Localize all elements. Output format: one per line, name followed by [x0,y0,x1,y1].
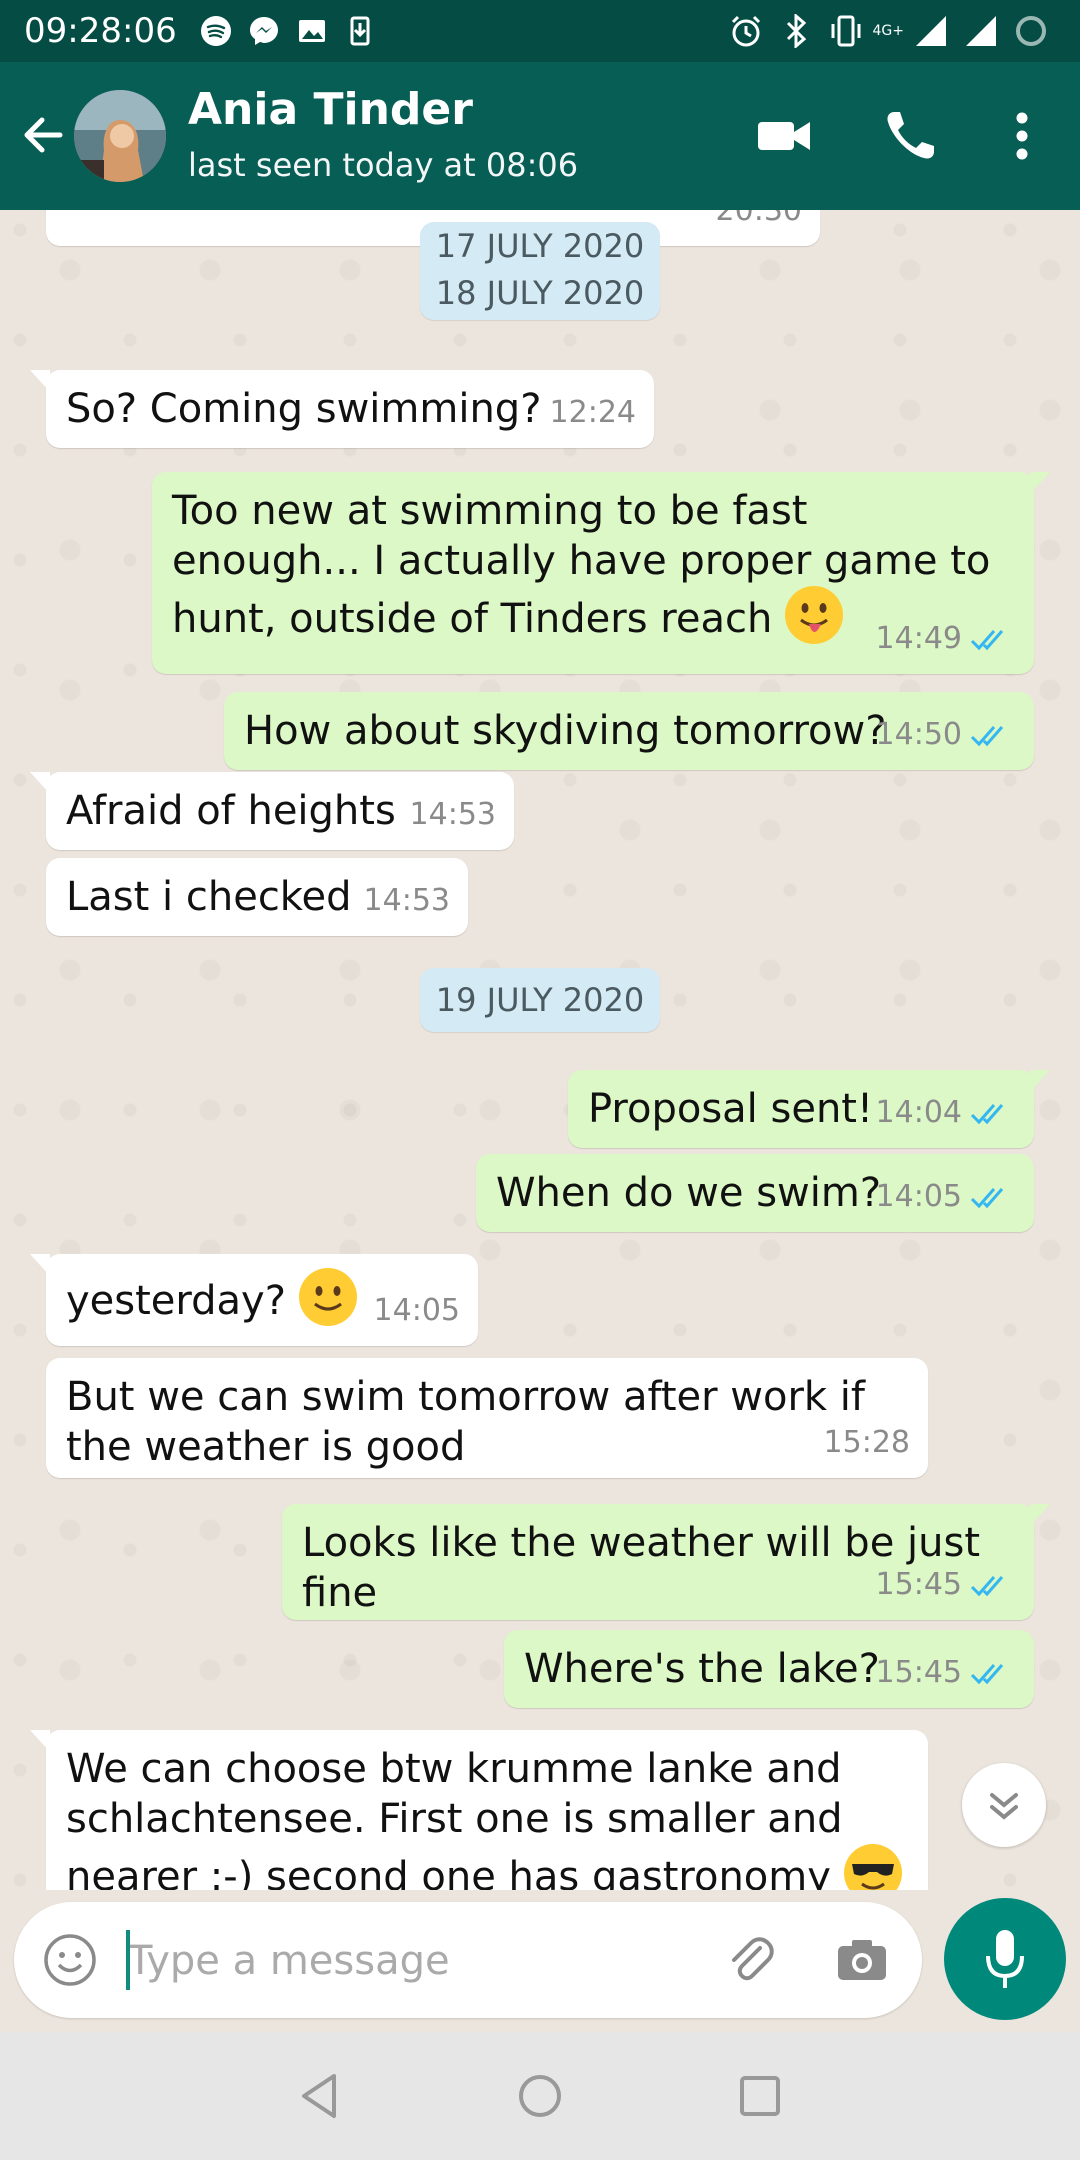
nav-back-icon[interactable] [290,2066,350,2126]
bubble-tail [30,1730,50,1752]
attach-icon[interactable] [722,1932,778,1988]
message-time: 14:05 [876,1172,1016,1222]
message-text: But we can swim tomorrow after work if t… [66,1374,866,1470]
nav-home-icon[interactable] [510,2066,570,2126]
download-icon [343,14,377,48]
message-bubble-outgoing[interactable]: How about skydiving tomorrow? 14:50 [224,692,1034,770]
message-bubble-incoming[interactable]: yesterday? 14:05 [30,1254,478,1346]
message-list[interactable]: 20:30 17 JULY 2020 18 JULY 2020 So? Comi… [0,210,1080,1890]
message-time-text: 14:50 [875,717,962,752]
message-bubble-incoming[interactable]: Last i checked 14:53 [46,858,468,936]
message-text: Where's the lake? [524,1646,880,1692]
gallery-icon [295,14,329,48]
emoji-icon[interactable] [42,1932,98,1988]
bubble-tail [30,370,50,392]
sunglasses-face-emoji-icon [843,1844,902,1890]
message-time: 14:05 [373,1293,460,1328]
read-ticks-icon [970,1664,1004,1685]
battery-icon [1014,14,1048,48]
message-bubble-incoming[interactable]: Afraid of heights 14:53 [30,772,514,850]
message-text: How about skydiving tomorrow? [244,708,887,754]
camera-icon[interactable] [834,1932,890,1988]
message-text: Proposal sent! [588,1086,874,1132]
network-type: 4G+ [872,23,905,39]
read-ticks-icon [970,1576,1004,1597]
microphone-icon [986,1930,1024,1988]
bluetooth-icon [779,14,813,48]
message-time-text: 14:05 [875,1179,962,1214]
message-bubble-incoming[interactable]: We can choose btw krumme lanke and schla… [30,1730,928,1890]
voice-message-button[interactable] [944,1898,1066,2020]
bubble-tail [1030,472,1050,494]
text-cursor [126,1930,130,1990]
message-time: 14:04 [876,1088,1016,1138]
message-text: We can choose btw krumme lanke and schla… [66,1746,843,1890]
video-call-icon[interactable] [754,106,814,166]
message-text: Afraid of heights [66,788,396,834]
nav-recents-icon[interactable] [730,2066,790,2126]
contact-last-seen: last seen today at 08:06 [188,146,579,184]
status-time: 09:28:06 [24,11,177,51]
date-chip: 18 JULY 2020 [420,270,660,320]
message-bubble-outgoing[interactable]: Too new at swimming to be fast enough...… [152,472,1050,674]
chat-header: Ania Tinder last seen today at 08:06 [0,62,1080,210]
date-chip: 19 JULY 2020 [420,968,660,1032]
message-text: Too new at swimming to be fast enough...… [172,488,991,642]
message-composer [14,1902,922,2018]
message-time-text: 15:45 [875,1655,962,1690]
system-nav-bar [0,2032,1080,2160]
read-ticks-icon [970,726,1004,747]
double-chevron-down-icon [990,1793,1018,1820]
bubble-tail [30,772,50,794]
message-time-text: 15:45 [875,1567,962,1602]
back-arrow-icon[interactable] [20,112,66,158]
message-time: 14:53 [409,797,496,832]
smiling-face-emoji-icon [298,1268,357,1326]
signal-r-icon [964,14,998,48]
alarm-icon [729,14,763,48]
date-chip: 17 JULY 2020 [420,222,660,270]
scroll-to-bottom-button[interactable] [962,1763,1046,1847]
message-bubble-incoming[interactable]: So? Coming swimming? 12:24 [30,370,654,448]
bubble-tail [1030,1070,1050,1092]
status-bar: 09:28:06 4G+ [0,0,1080,62]
message-time: 15:45 [876,1648,1016,1698]
message-time: 14:49 [876,614,1016,664]
message-time: 14:50 [876,710,1016,760]
message-time-text: 14:04 [875,1095,962,1130]
bubble-tail [1030,1504,1050,1526]
message-time: 15:45 [876,1560,1016,1610]
message-text: yesterday? [66,1278,286,1324]
message-bubble-incoming[interactable]: But we can swim tomorrow after work if t… [46,1358,928,1478]
message-bubble-outgoing[interactable]: Looks like the weather will be just fine… [282,1504,1050,1620]
message-input[interactable] [126,1926,690,1996]
tongue-face-emoji-icon [785,586,844,644]
read-ticks-icon [970,1104,1004,1125]
message-text: So? Coming swimming? [66,386,542,432]
message-time: 20:30 [715,210,802,228]
message-bubble-outgoing[interactable]: When do we swim? 14:05 [476,1154,1034,1232]
more-options-icon[interactable] [992,106,1052,166]
messenger-icon [247,14,281,48]
message-time-text: 14:49 [875,621,962,656]
contact-name[interactable]: Ania Tinder [188,84,473,135]
message-bubble-outgoing[interactable]: Where's the lake? 15:45 [504,1630,1034,1708]
voice-call-icon[interactable] [880,106,940,166]
message-bubble-outgoing[interactable]: Proposal sent! 14:04 [568,1070,1050,1148]
message-time: 15:28 [823,1425,910,1460]
message-text: Last i checked [66,874,352,920]
avatar[interactable] [74,90,166,182]
message-time: 12:24 [549,395,636,430]
bubble-tail [30,1254,50,1276]
message-time: 14:53 [363,883,450,918]
read-ticks-icon [970,1188,1004,1209]
message-text: When do we swim? [496,1170,882,1216]
status-icons: 4G+ [721,14,1057,48]
signal-icon [914,14,948,48]
read-ticks-icon [970,630,1004,651]
vibrate-icon [829,14,863,48]
spotify-icon [199,14,233,48]
